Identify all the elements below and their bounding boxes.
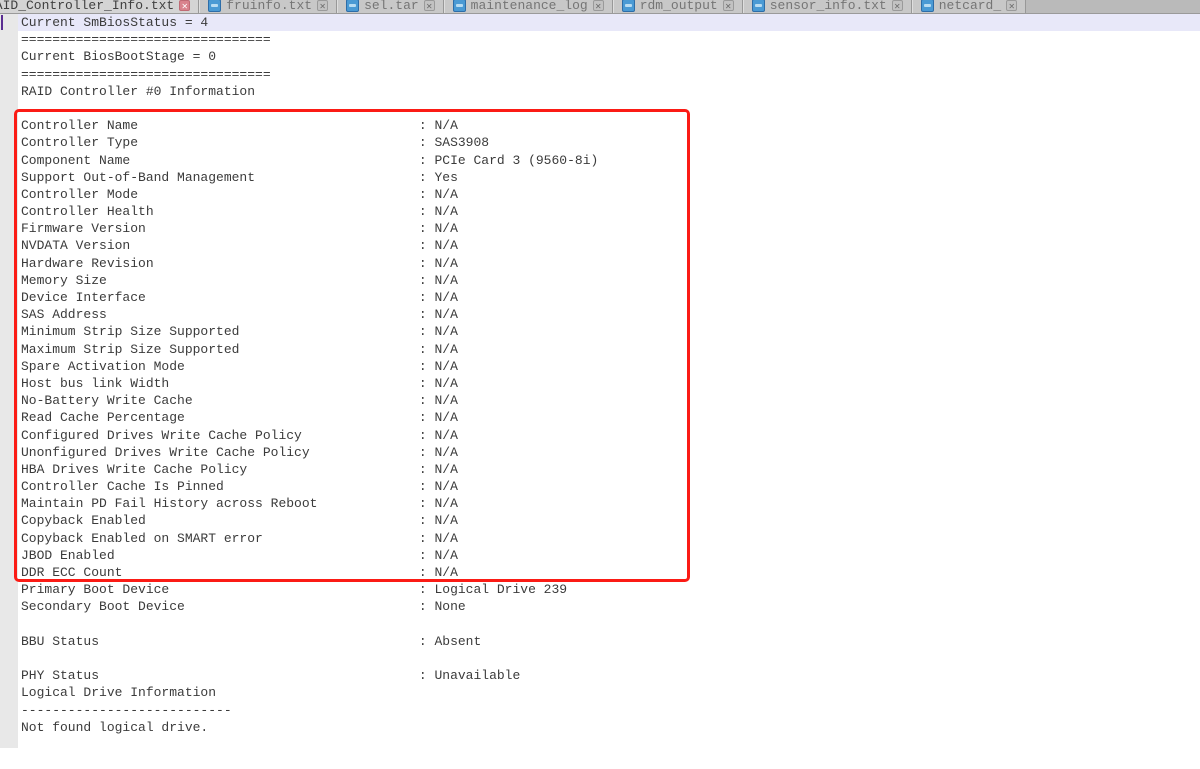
- tab-label: netcard_: [939, 0, 1001, 13]
- editor-line: Configured Drives Write Cache Policy : N…: [18, 427, 1200, 444]
- editor-line: Component Name : PCIe Card 3 (9560-8i): [18, 152, 1200, 169]
- editor-line: PHY Status : Unavailable: [18, 667, 1200, 684]
- editor-line: Hardware Revision : N/A: [18, 255, 1200, 272]
- editor-area[interactable]: Current SmBiosStatus = 4================…: [0, 14, 1200, 769]
- editor-line: No-Battery Write Cache : N/A: [18, 392, 1200, 409]
- close-icon[interactable]: ✕: [892, 0, 903, 11]
- tab-sel-tar[interactable]: sel.tar ✕: [337, 0, 444, 14]
- editor-line: Read Cache Percentage : N/A: [18, 409, 1200, 426]
- tab-label: maintenance_log: [471, 0, 588, 13]
- editor-line: Firmware Version : N/A: [18, 220, 1200, 237]
- file-icon: [622, 0, 635, 12]
- editor-line: BBU Status : Absent: [18, 633, 1200, 650]
- file-icon: [752, 0, 765, 12]
- editor-line: [18, 100, 1200, 117]
- file-icon: [453, 0, 466, 12]
- tab-maintenance-log[interactable]: maintenance_log ✕: [444, 0, 613, 14]
- tab-label: fruinfo.txt: [226, 0, 312, 13]
- editor-line: Unonfigured Drives Write Cache Policy : …: [18, 444, 1200, 461]
- tab-fruinfo-txt[interactable]: fruinfo.txt ✕: [199, 0, 337, 14]
- editor-line: Logical Drive Information: [18, 684, 1200, 701]
- editor-line: Copyback Enabled : N/A: [18, 512, 1200, 529]
- tab-sensor-info-txt[interactable]: sensor_info.txt ✕: [743, 0, 912, 14]
- editor-line: Controller Type : SAS3908: [18, 134, 1200, 151]
- close-icon[interactable]: ✕: [179, 0, 190, 11]
- editor-line: [18, 650, 1200, 667]
- editor-line: JBOD Enabled : N/A: [18, 547, 1200, 564]
- tab-raid-controller-info-txt[interactable]: RAID_Controller_Info.txt ✕: [0, 0, 199, 14]
- editor-line: Device Interface : N/A: [18, 289, 1200, 306]
- text-content[interactable]: Current SmBiosStatus = 4================…: [18, 14, 1200, 736]
- editor-line: Memory Size : N/A: [18, 272, 1200, 289]
- tab-strip: RAID_Controller_Info.txt✕fruinfo.txt✕sel…: [0, 0, 1026, 14]
- file-icon: [921, 0, 934, 12]
- editor-line: Maximum Strip Size Supported : N/A: [18, 341, 1200, 358]
- close-icon[interactable]: ✕: [424, 0, 435, 11]
- file-icon: [208, 0, 221, 12]
- editor-line: Controller Cache Is Pinned : N/A: [18, 478, 1200, 495]
- editor-line: Current BiosBootStage = 0: [18, 48, 1200, 65]
- editor-line: ================================: [18, 31, 1200, 48]
- editor-line: SAS Address : N/A: [18, 306, 1200, 323]
- tab-netcard[interactable]: netcard_ ✕: [912, 0, 1026, 14]
- editor-line: Secondary Boot Device : None: [18, 598, 1200, 615]
- editor-line: HBA Drives Write Cache Policy : N/A: [18, 461, 1200, 478]
- editor-line: Current SmBiosStatus = 4: [18, 14, 1200, 31]
- tab-label: sel.tar: [364, 0, 419, 13]
- close-icon[interactable]: ✕: [593, 0, 604, 11]
- editor-line: NVDATA Version : N/A: [18, 237, 1200, 254]
- close-icon[interactable]: ✕: [1006, 0, 1017, 11]
- text-caret: [1, 15, 3, 30]
- editor-line: RAID Controller #0 Information: [18, 83, 1200, 100]
- tab-label: rdm_output: [640, 0, 718, 13]
- close-icon[interactable]: ✕: [723, 0, 734, 11]
- editor-line: Controller Name : N/A: [18, 117, 1200, 134]
- editor-line: Maintain PD Fail History across Reboot :…: [18, 495, 1200, 512]
- tab-bar: RAID_Controller_Info.txt✕fruinfo.txt✕sel…: [0, 0, 1200, 14]
- tab-rdm-output[interactable]: rdm_output ✕: [613, 0, 743, 14]
- editor-line: ---------------------------: [18, 702, 1200, 719]
- editor-line: Primary Boot Device : Logical Drive 239: [18, 581, 1200, 598]
- editor-line: Support Out-of-Band Management : Yes: [18, 169, 1200, 186]
- editor-gutter: [0, 14, 18, 748]
- editor-line: ================================: [18, 66, 1200, 83]
- file-icon: [346, 0, 359, 12]
- editor-line: Controller Health : N/A: [18, 203, 1200, 220]
- tab-label: sensor_info.txt: [770, 0, 887, 13]
- close-icon[interactable]: ✕: [317, 0, 328, 11]
- tab-label: RAID_Controller_Info.txt: [0, 0, 174, 13]
- editor-line: Not found logical drive.: [18, 719, 1200, 736]
- editor-line: Controller Mode : N/A: [18, 186, 1200, 203]
- editor-line: DDR ECC Count : N/A: [18, 564, 1200, 581]
- editor-line: Host bus link Width : N/A: [18, 375, 1200, 392]
- editor-line: Spare Activation Mode : N/A: [18, 358, 1200, 375]
- editor-line: Copyback Enabled on SMART error : N/A: [18, 530, 1200, 547]
- editor-line: Minimum Strip Size Supported : N/A: [18, 323, 1200, 340]
- editor-line: [18, 616, 1200, 633]
